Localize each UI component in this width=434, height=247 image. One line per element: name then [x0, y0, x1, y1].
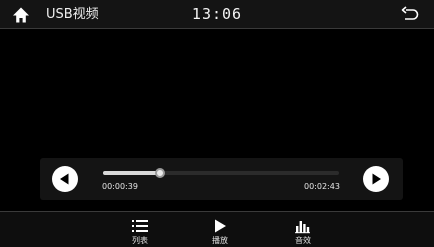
tab-play-label: 播放 [212, 236, 228, 245]
tab-list-label: 列表 [132, 236, 148, 245]
list-icon [132, 220, 148, 232]
playback-control-panel: 00:00:39 00:02:43 [40, 158, 403, 200]
back-button[interactable] [400, 6, 420, 24]
return-icon [401, 6, 419, 20]
current-time: 00:00:39 [102, 182, 138, 191]
tab-sound-effects[interactable]: 音效 [281, 212, 325, 247]
previous-button[interactable] [52, 166, 78, 192]
progress-slider[interactable] [103, 168, 339, 178]
next-button[interactable] [363, 166, 389, 192]
progress-fill [103, 171, 160, 175]
progress-thumb[interactable] [154, 168, 165, 178]
next-track-icon [372, 173, 381, 185]
equalizer-icon [295, 221, 310, 234]
bottom-bar: 列表 播放 音效 [0, 211, 434, 247]
tab-list[interactable]: 列表 [118, 212, 162, 247]
total-time: 00:02:43 [304, 182, 340, 191]
tab-sound-effects-label: 音效 [295, 236, 311, 245]
play-icon [215, 219, 226, 233]
clock: 13:06 [191, 5, 243, 23]
previous-track-icon [60, 173, 69, 185]
tab-play[interactable]: 播放 [198, 212, 242, 247]
top-bar: USB视频 13:06 [0, 0, 434, 29]
